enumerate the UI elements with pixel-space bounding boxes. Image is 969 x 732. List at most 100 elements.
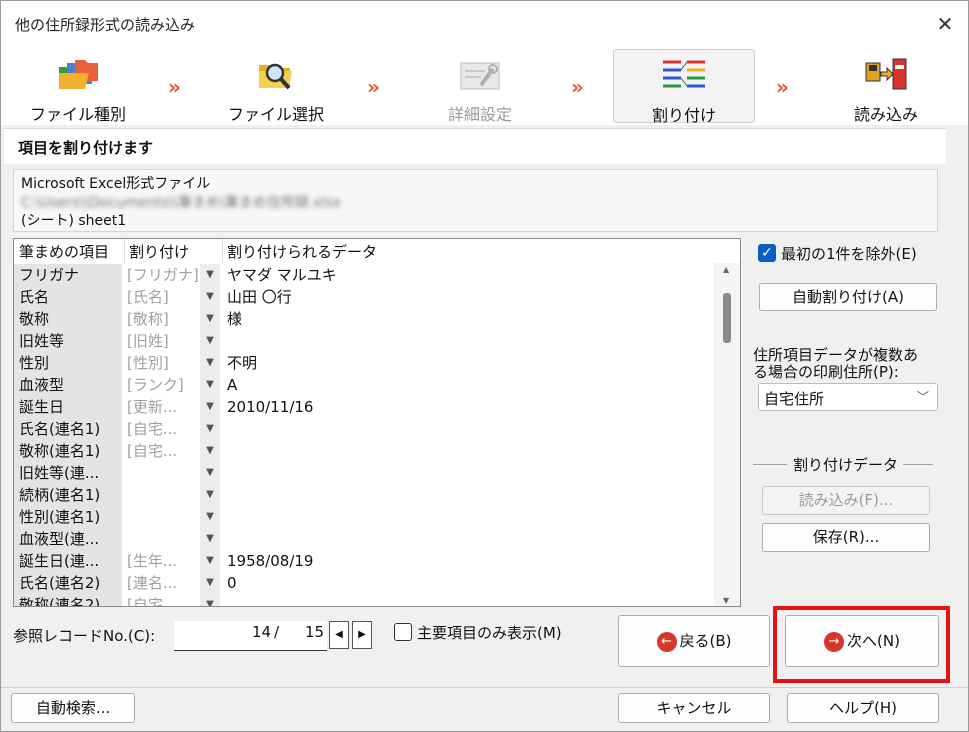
assign-data-group: 割り付けデータ	[753, 454, 935, 474]
back-label: 戻る(B)	[679, 632, 732, 650]
dropdown-arrow-icon[interactable]: ▼	[200, 264, 220, 286]
assigned-data: 1958/08/19	[227, 552, 314, 570]
import-book-icon	[865, 58, 907, 90]
exclude-first-label[interactable]: 最初の1件を除外(E)	[781, 243, 917, 264]
dropdown-arrow-icon[interactable]: ▼	[200, 396, 220, 418]
assigned-data: A	[227, 376, 238, 394]
step-assign: 割り付け	[613, 49, 755, 125]
assign-value[interactable]: [更新...	[127, 396, 199, 418]
main-only-checkbox[interactable]	[394, 623, 412, 641]
dropdown-arrow-icon[interactable]: ▼	[200, 352, 220, 374]
dropdown-arrow-icon[interactable]: ▼	[200, 528, 220, 550]
assign-value[interactable]: [敬称]	[127, 308, 199, 330]
table-row[interactable]: 血液型(連... ▼	[14, 528, 714, 550]
dropdown-arrow-icon[interactable]: ▼	[200, 440, 220, 462]
load-assignment-button[interactable]: 読み込み(F)...	[762, 486, 930, 515]
assign-value[interactable]: [氏名]	[127, 286, 199, 308]
assign-data-group-title: 割り付けデータ	[793, 456, 899, 474]
table-row[interactable]: 氏名(連名1) [自宅... ▼	[14, 418, 714, 440]
assign-value[interactable]: [自宅...	[127, 594, 199, 606]
assign-value[interactable]: [旧姓]	[127, 330, 199, 352]
column-divider[interactable]	[124, 239, 125, 263]
field-name: 続柄(連名1)	[14, 484, 122, 506]
folders-icon	[59, 60, 98, 89]
dropdown-arrow-icon[interactable]: ▼	[200, 374, 220, 396]
table-row[interactable]: 旧姓等 [旧姓] ▼	[14, 330, 714, 352]
dropdown-arrow-icon[interactable]: ▼	[200, 594, 220, 606]
column-divider[interactable]	[222, 239, 223, 263]
settings-tools-icon	[460, 62, 500, 90]
scroll-thumb[interactable]	[723, 293, 731, 343]
table-row[interactable]: 氏名(連名2) [連名... ▼ 0	[14, 572, 714, 594]
step-label: ファイル選択	[227, 105, 324, 124]
cancel-button[interactable]: キャンセル	[618, 693, 770, 723]
assigned-data: 2010/11/16	[227, 398, 314, 416]
wizard-steps: ファイル種別 » ファイル選択 » 詳細設定 » 割り付け » 読み込み	[1, 47, 968, 125]
chevron-down-icon: ﹀	[916, 390, 929, 404]
print-address-value: 自宅住所	[764, 390, 825, 408]
assign-value[interactable]: [自宅...	[127, 440, 199, 462]
field-name: 血液型(連...	[14, 528, 122, 550]
dropdown-arrow-icon[interactable]: ▼	[200, 418, 220, 440]
help-button[interactable]: ヘルプ(H)	[787, 693, 939, 723]
assign-value[interactable]: [生年...	[127, 550, 199, 572]
dropdown-arrow-icon[interactable]: ▼	[200, 462, 220, 484]
print-address-select[interactable]: 自宅住所 ﹀	[758, 383, 938, 411]
dropdown-arrow-icon[interactable]: ▼	[200, 506, 220, 528]
table-row[interactable]: 誕生日(連... [生年... ▼ 1958/08/19	[14, 550, 714, 572]
table-row[interactable]: 敬称 [敬称] ▼ 様	[14, 308, 714, 330]
field-name: 性別	[14, 352, 122, 374]
step-arrow-icon: »	[367, 75, 380, 99]
header-assign: 割り付け	[129, 243, 190, 261]
step-detail-settings: 詳細設定	[409, 49, 551, 124]
table-row[interactable]: 氏名 [氏名] ▼ 山田 〇行	[14, 286, 714, 308]
table-row[interactable]: フリガナ [フリガナ] ▼ ヤマダ マルユキ	[14, 264, 714, 286]
header-field: 筆まめの項目	[19, 243, 110, 261]
dropdown-arrow-icon[interactable]: ▼	[200, 550, 220, 572]
table-row[interactable]: 敬称(連名1) [自宅... ▼	[14, 440, 714, 462]
field-name: 氏名(連名1)	[14, 418, 122, 440]
assign-value[interactable]: [性別]	[127, 352, 199, 374]
table-row[interactable]: 血液型 [ランク] ▼ A	[14, 374, 714, 396]
assign-value[interactable]: [ランク]	[127, 374, 199, 396]
auto-assign-button[interactable]: 自動割り付け(A)	[759, 283, 937, 311]
table-row[interactable]: 誕生日 [更新... ▼ 2010/11/16	[14, 396, 714, 418]
field-name: 旧姓等	[14, 330, 122, 352]
dropdown-arrow-icon[interactable]: ▼	[200, 308, 220, 330]
table-row[interactable]: 性別 [性別] ▼ 不明	[14, 352, 714, 374]
field-name: 誕生日(連...	[14, 550, 122, 572]
scroll-down-icon[interactable]: ▼	[723, 596, 729, 605]
dropdown-arrow-icon[interactable]: ▼	[200, 572, 220, 594]
exclude-first-checkbox[interactable]: ✓	[758, 244, 776, 262]
main-only-label[interactable]: 主要項目のみ表示(M)	[417, 622, 562, 643]
table-row[interactable]: 続柄(連名1) ▼	[14, 484, 714, 506]
dropdown-arrow-icon[interactable]: ▼	[200, 330, 220, 352]
step-import: 読み込み	[815, 49, 957, 124]
grid-header: 筆まめの項目 割り付け 割り付けられるデータ	[14, 239, 714, 263]
scroll-up-icon[interactable]: ▲	[723, 265, 729, 274]
auto-search-button[interactable]: 自動検索...	[11, 693, 135, 723]
save-assignment-button[interactable]: 保存(R)...	[762, 523, 930, 552]
field-name: 敬称(連名1)	[14, 440, 122, 462]
dropdown-arrow-icon[interactable]: ▼	[200, 484, 220, 506]
header-data: 割り付けられるデータ	[227, 243, 378, 261]
table-row[interactable]: 敬称(連名2) [自宅... ▼	[14, 594, 714, 606]
assign-value[interactable]: [自宅...	[127, 418, 199, 440]
back-arrow-icon: ←	[656, 631, 677, 652]
grid-scrollbar[interactable]: ▲ ▼	[714, 263, 740, 606]
close-icon[interactable]: ✕	[934, 13, 956, 35]
record-prev-icon[interactable]: ◀	[329, 621, 349, 649]
dropdown-arrow-icon[interactable]: ▼	[200, 286, 220, 308]
record-no-field[interactable]: 14 / 15	[174, 621, 327, 651]
back-button[interactable]: ← 戻る(B)	[618, 615, 770, 667]
file-info-panel: Microsoft Excel形式ファイル C:\Users\\Document…	[13, 169, 938, 232]
assignment-grid[interactable]: 筆まめの項目 割り付け 割り付けられるデータ フリガナ [フリガナ] ▼ ヤマダ マル…	[13, 238, 741, 607]
table-row[interactable]: 性別(連名1) ▼	[14, 506, 714, 528]
divider	[753, 464, 787, 465]
file-format: Microsoft Excel形式ファイル	[21, 176, 211, 192]
assign-value[interactable]: [フリガナ]	[127, 264, 199, 286]
record-next-icon[interactable]: ▶	[352, 621, 372, 649]
assign-value[interactable]: [連名...	[127, 572, 199, 594]
table-row[interactable]: 旧姓等(連... ▼	[14, 462, 714, 484]
sheet-name: (シート) sheet1	[21, 213, 127, 229]
